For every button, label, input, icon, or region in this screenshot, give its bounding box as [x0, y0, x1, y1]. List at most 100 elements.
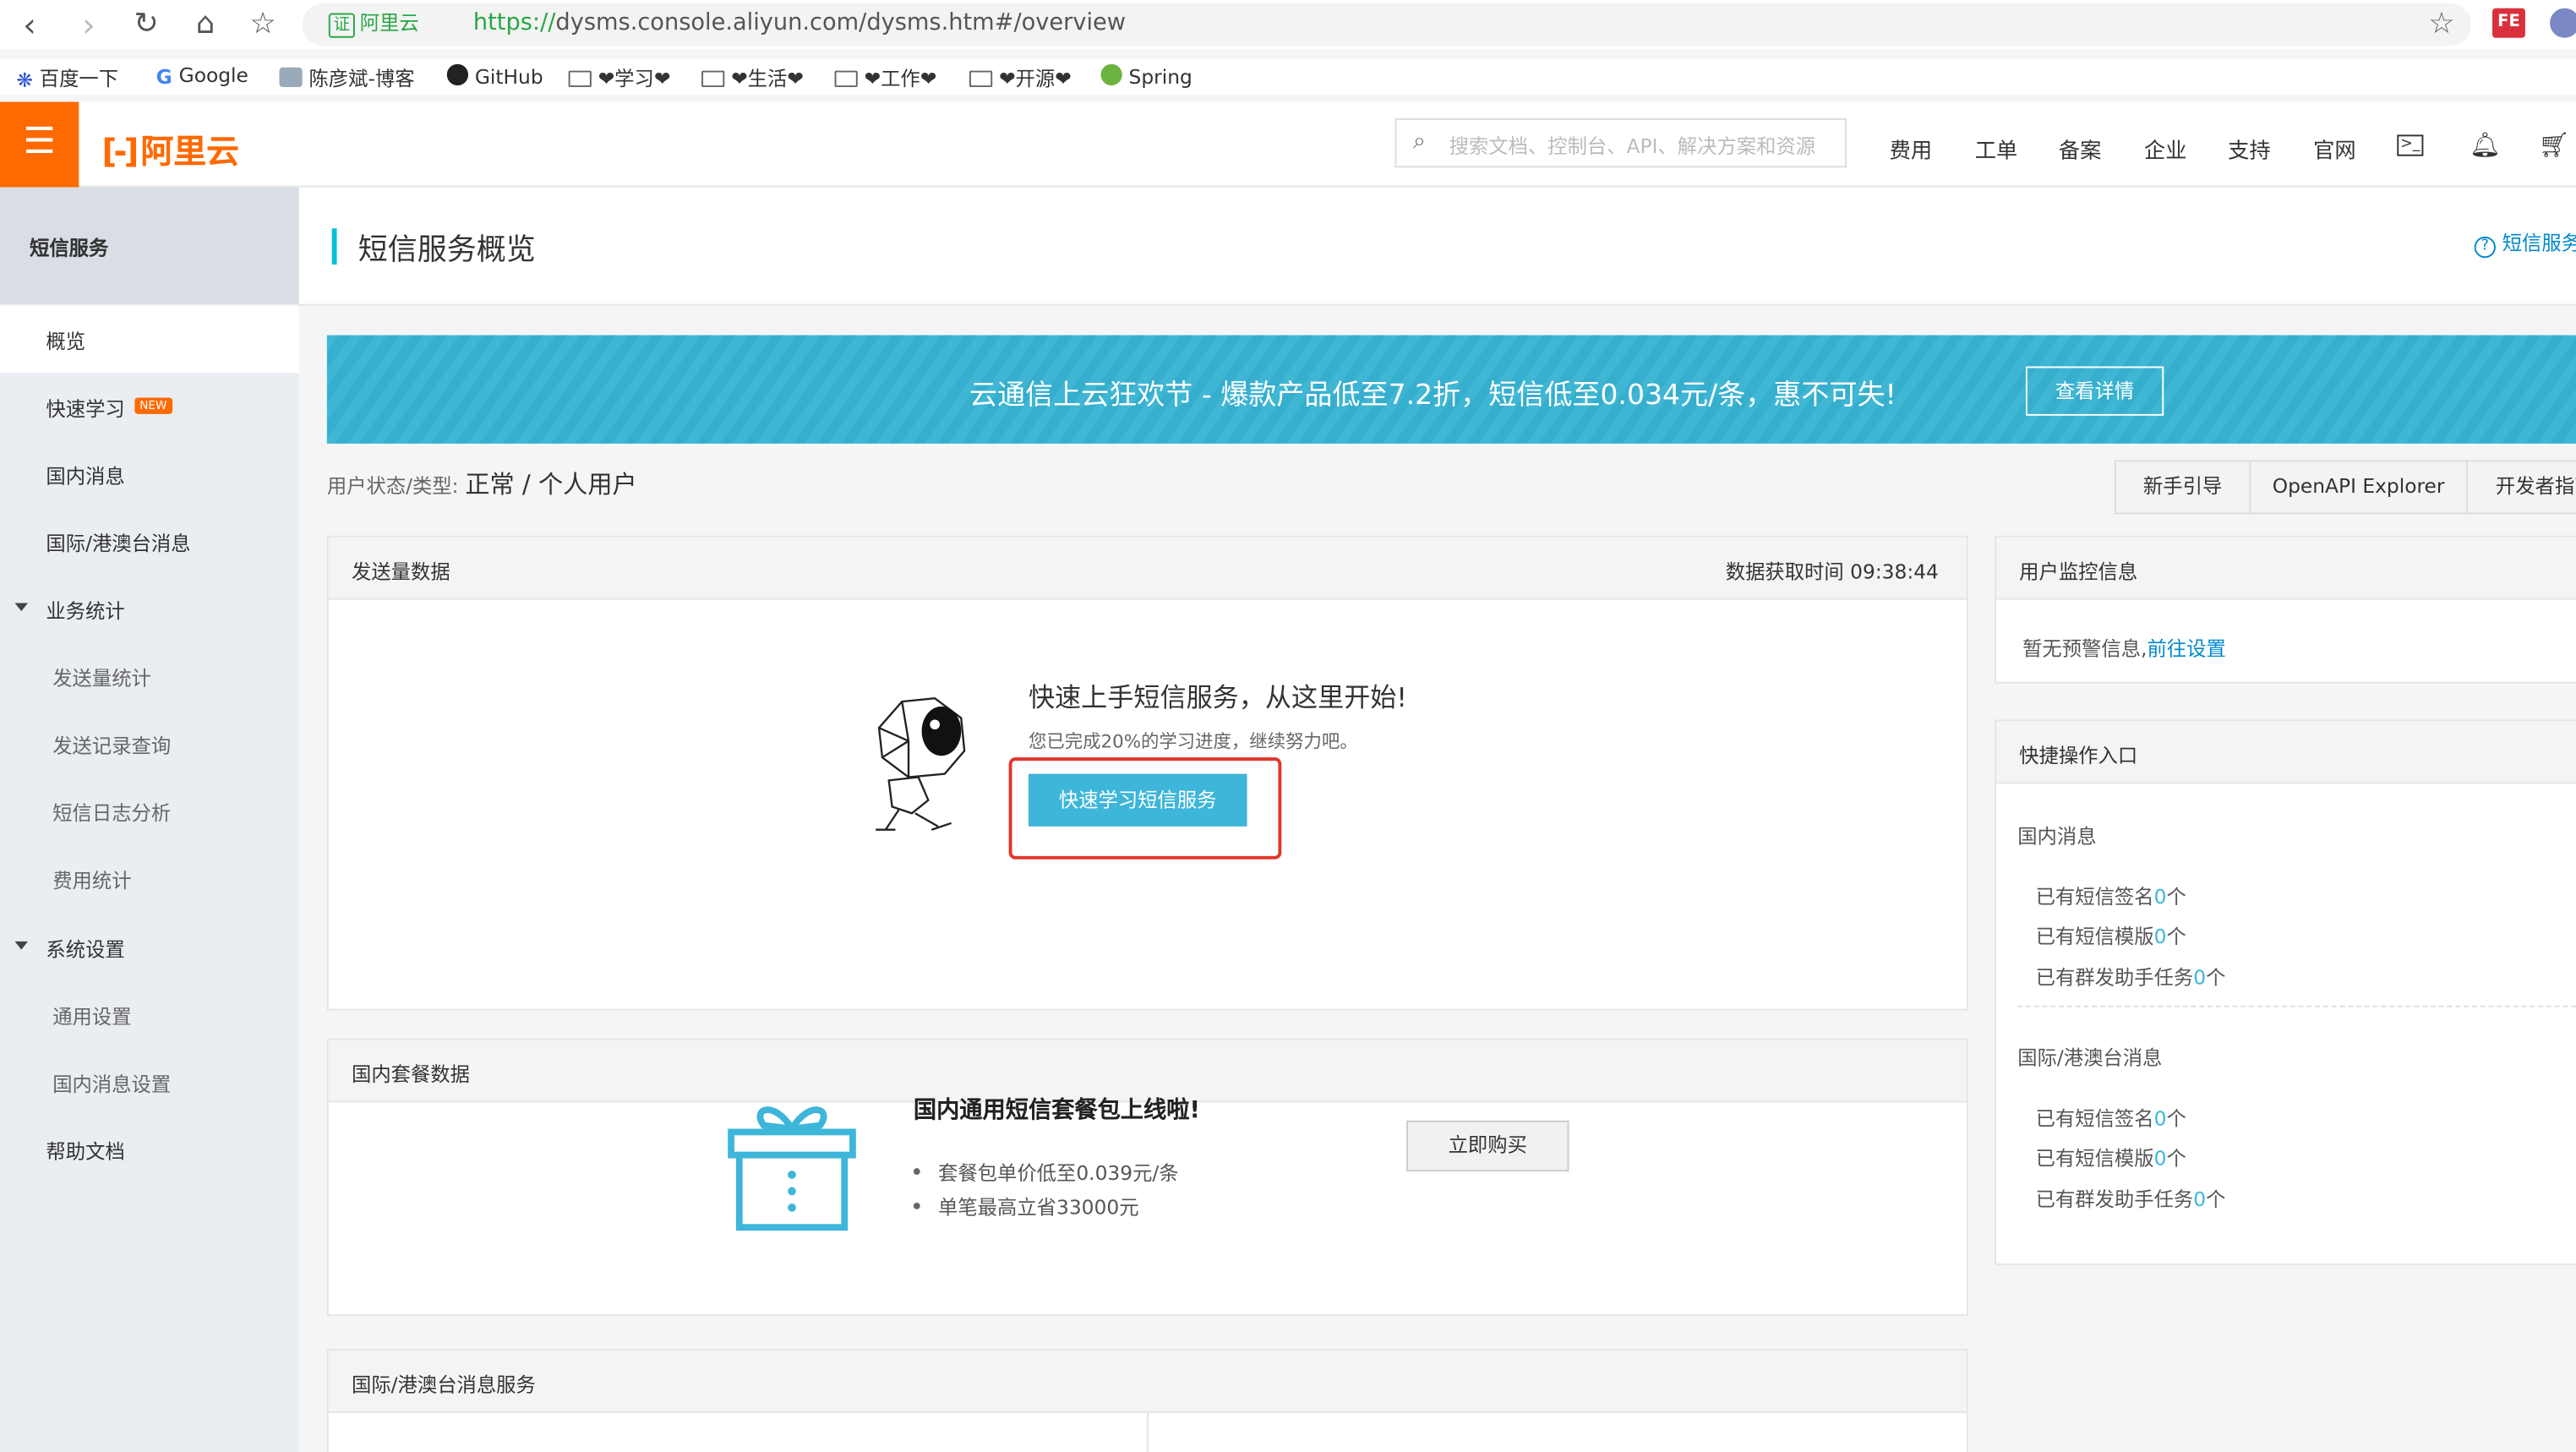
sidebar-group-settings[interactable]: 系统设置 [0, 914, 299, 981]
sidebar: 短信服务 概览 快速学习 NEW 国内消息 国际/港澳台消息 业务统计 发送量统计… [0, 187, 299, 1452]
menu-icon[interactable]: ☰ [0, 101, 79, 188]
bookmark-folder-opensource[interactable]: ❤开源❤ [969, 64, 1072, 92]
sidebar-item-label: 国内消息设置 [52, 1073, 172, 1096]
bookmark-label: 陈彦斌-博客 [308, 67, 415, 90]
sidebar-item-quick-learn[interactable]: 快速学习 NEW [0, 373, 299, 440]
bookmark-github[interactable]: GitHub [446, 63, 543, 89]
caret-down-icon [14, 603, 29, 612]
aliyun-logo[interactable]: [-] 阿里云 [102, 125, 240, 172]
home-icon[interactable]: ⌂ [186, 5, 226, 45]
bookmark-folder-study[interactable]: ❤学习❤ [568, 64, 670, 92]
screen: ‹ › ↻ ⌂ ☆ 证阿里云 https://dysms.console.ali… [0, 0, 2576, 1452]
bookmark-spring[interactable]: Spring [1100, 63, 1192, 89]
sidebar-item-send-stats[interactable]: 发送量统计 [0, 642, 299, 710]
bookmark-label: GitHub [474, 65, 543, 89]
quick-actions-panel: 快捷操作入口 国内消息 已有短信签名0个 已有短信模版0个 已有群发助手任务0个… [1995, 719, 2576, 1265]
section-title-domestic: 国内消息 [2017, 824, 2097, 849]
item-count: 0 [2153, 1107, 2167, 1131]
search-placeholder: 搜索文档、控制台、API、解决方案和资源 [1449, 134, 1816, 158]
nav-support[interactable]: 支持 [2228, 133, 2271, 164]
tab-beginner-guide[interactable]: 新手引导 [2114, 460, 2251, 515]
sidebar-item-domestic-settings[interactable]: 国内消息设置 [0, 1048, 299, 1116]
search-input[interactable]: ⌕ 搜索文档、控制台、API、解决方案和资源 [1394, 117, 1847, 168]
question-icon: ? [2474, 236, 2496, 259]
site-cert[interactable]: 证阿里云 [328, 8, 419, 38]
item-unit: 个 [2206, 1187, 2226, 1211]
reload-icon[interactable]: ↻ [127, 5, 166, 45]
forward-icon[interactable]: › [69, 5, 109, 45]
monitor-message: 暂无预警信息, [2022, 637, 2148, 661]
panel-header: 用户监控信息 [1995, 537, 2576, 600]
domestic-bulk-task-count[interactable]: 已有群发助手任务0个 [2036, 963, 2226, 991]
folder-icon [834, 70, 858, 88]
intl-bulk-task-count[interactable]: 已有群发助手任务0个 [2036, 1185, 2226, 1213]
bookmark-label: 百度一下 [39, 67, 119, 90]
item-unit: 个 [2166, 1146, 2186, 1171]
sidebar-item-label: 概览 [46, 330, 86, 353]
fe-extension-icon[interactable]: FE [2492, 8, 2525, 38]
bookmark-folder-work[interactable]: ❤工作❤ [834, 64, 936, 92]
intl-service-panel: 国际/港澳台消息服务 [326, 1349, 1968, 1452]
domestic-template-count[interactable]: 已有短信模版0个 [2036, 922, 2186, 950]
sidebar-item-label: 帮助文档 [46, 1140, 125, 1164]
panel-title: 快捷操作入口 [2019, 744, 2138, 767]
nav-website[interactable]: 官网 [2313, 133, 2356, 164]
sidebar-item-label: 国内消息 [46, 465, 125, 489]
intl-template-count[interactable]: 已有短信模版0个 [2036, 1144, 2186, 1171]
help-link[interactable]: ? 短信服务 [2474, 228, 2576, 259]
highlight-box [1008, 757, 1282, 860]
nav-enterprise[interactable]: 企业 [2144, 133, 2187, 164]
star-icon[interactable]: ☆ [2428, 7, 2454, 41]
tab-developer-guide[interactable]: 开发者指南 [2465, 460, 2576, 515]
sidebar-item-cost-stats[interactable]: 费用统计 [0, 844, 299, 912]
panel-header: 国际/港澳台消息服务 [328, 1350, 1967, 1413]
user-status: 用户状态/类型: 正常 / 个人用户 [327, 467, 637, 501]
sidebar-title: 短信服务 [29, 236, 109, 260]
buy-now-button[interactable]: 立即购买 [1406, 1120, 1569, 1172]
gift-icon [728, 1106, 856, 1231]
sidebar-item-general-settings[interactable]: 通用设置 [0, 981, 299, 1049]
extension-icon[interactable] [2550, 8, 2576, 38]
avatar-icon [279, 67, 303, 88]
folder-icon [568, 70, 592, 88]
help-link-label: 短信服务 [2502, 232, 2576, 255]
list-item: 套餐包单价低至0.039元/条 [913, 1159, 1179, 1193]
banner-text: 云通信上云狂欢节 - 爆款产品低至7.2折，短信低至0.034元/条，惠不可失! [969, 379, 1897, 412]
item-count: 0 [2153, 1146, 2167, 1171]
bell-icon[interactable]: 🔔︎ [2470, 130, 2501, 160]
status-label: 用户状态/类型: [326, 474, 459, 499]
tab-openapi-explorer[interactable]: OpenAPI Explorer [2249, 460, 2468, 515]
bookmark-blog[interactable]: 陈彦斌-博客 [279, 64, 415, 92]
sidebar-item-intl[interactable]: 国际/港澳台消息 [0, 508, 299, 576]
sidebar-item-send-records[interactable]: 发送记录查询 [0, 710, 299, 778]
main-content: 短信服务概览 ? 短信服务 云通信上云狂欢节 - 爆款产品低至7.2折，短信低至0… [298, 187, 2576, 1452]
progress-text: 您已完成20%的学习进度，继续努力吧。 [1028, 731, 1358, 753]
sidebar-item-log-analysis[interactable]: 短信日志分析 [0, 778, 299, 845]
panel-title: 用户监控信息 [2019, 560, 2138, 584]
nav-tickets[interactable]: 工单 [1975, 133, 2018, 164]
page-title: 短信服务概览 [357, 233, 536, 268]
go-settings-link[interactable]: 前往设置 [2147, 637, 2225, 660]
bookmark-star-icon[interactable]: ☆ [243, 5, 283, 45]
url-text[interactable]: https://dysms.console.aliyun.com/dysms.h… [473, 10, 1126, 36]
sidebar-item-domestic[interactable]: 国内消息 [0, 440, 299, 508]
back-icon[interactable]: ‹ [10, 5, 50, 45]
sidebar-group-stats[interactable]: 业务统计 [0, 575, 299, 642]
nav-filing[interactable]: 备案 [2059, 133, 2102, 164]
sidebar-item-label: 通用设置 [52, 1005, 132, 1029]
cart-icon[interactable]: 🛒︎ [2538, 130, 2569, 160]
item-unit: 个 [2166, 1107, 2186, 1131]
banner-details-button[interactable]: 查看详情 [2025, 366, 2164, 416]
nav-fees[interactable]: 费用 [1890, 133, 1933, 164]
bookmark-label: ❤开源❤ [998, 67, 1072, 90]
terminal-icon[interactable]: >_ [2397, 134, 2424, 156]
sidebar-item-help[interactable]: 帮助文档 [0, 1116, 299, 1183]
bookmark-google[interactable]: G Google [156, 64, 248, 89]
promo-banner[interactable]: 云通信上云狂欢节 - 爆款产品低至7.2折，短信低至0.034元/条，惠不可失!… [326, 335, 2576, 444]
bookmark-baidu[interactable]: ❋ 百度一下 [16, 64, 118, 92]
sidebar-item-overview[interactable]: 概览 [0, 305, 299, 374]
bookmark-folder-life[interactable]: ❤生活❤ [701, 64, 804, 92]
intl-signature-count[interactable]: 已有短信签名0个 [2036, 1104, 2186, 1132]
item-label: 已有短信签名 [2035, 885, 2154, 909]
domestic-signature-count[interactable]: 已有短信签名0个 [2036, 882, 2186, 910]
